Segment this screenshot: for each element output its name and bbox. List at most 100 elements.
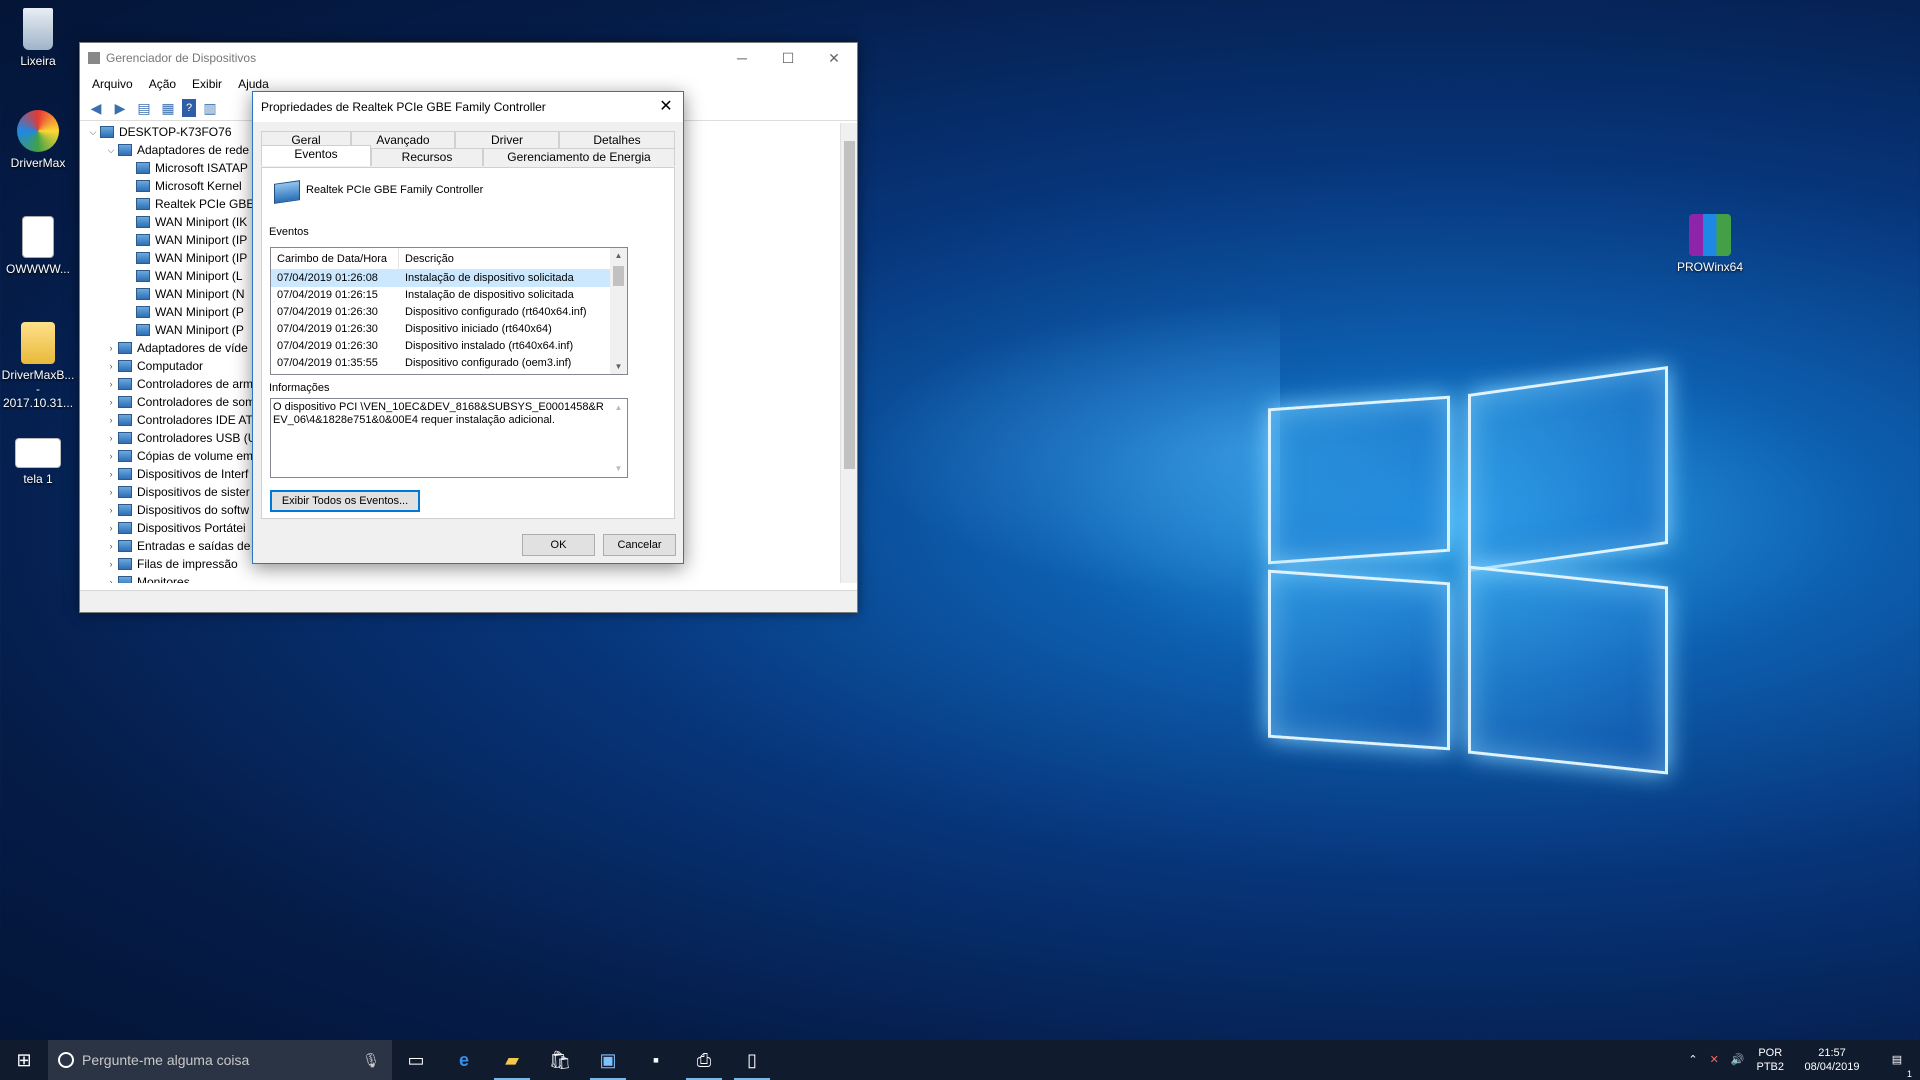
chevron-up-icon[interactable]: ⌃	[1682, 1053, 1703, 1067]
device-category-icon	[118, 342, 132, 354]
wallpaper-light-beam	[860, 300, 1280, 600]
recycle-bin-icon	[23, 8, 53, 50]
language-indicator[interactable]: POR PTB2	[1750, 1046, 1790, 1074]
chevron-right-icon[interactable]: ›	[104, 483, 118, 501]
desktop-icon-tela1[interactable]: tela 1	[0, 438, 76, 486]
chevron-right-icon[interactable]: ›	[104, 573, 118, 583]
system-tray: ⌃ ✕ 🔊 POR PTB2 21:57 08/04/2019 ▤ 1	[1682, 1040, 1920, 1080]
microphone-icon[interactable]: 🎙	[362, 1052, 380, 1069]
device-category-icon	[136, 216, 150, 228]
info-label: Informações	[269, 382, 330, 394]
task-view-icon[interactable]: ▭	[392, 1040, 440, 1080]
chevron-down-icon[interactable]: ⌵	[86, 123, 100, 141]
desktop-icon-drivermax[interactable]: DriverMax	[0, 110, 76, 170]
tab-driver[interactable]: Driver	[455, 131, 559, 149]
tree-node-label: WAN Miniport (N	[155, 287, 245, 301]
menu-exibir[interactable]: Exibir	[184, 77, 230, 91]
event-row[interactable]: 07/04/2019 01:26:30 Dispositivo iniciado …	[271, 321, 627, 338]
properties-icon[interactable]: ▦	[158, 99, 178, 117]
menu-arquivo[interactable]: Arquivo	[84, 77, 141, 91]
device-manager-taskbar-icon[interactable]: ▣	[584, 1040, 632, 1080]
chevron-right-icon[interactable]: ›	[104, 393, 118, 411]
close-icon[interactable]: ✕	[811, 43, 857, 73]
help-icon[interactable]: ?	[182, 98, 196, 117]
column-header-description[interactable]: Descrição	[399, 248, 611, 269]
scrollbar-thumb[interactable]	[613, 266, 624, 286]
chevron-right-icon[interactable]: ›	[104, 537, 118, 555]
scroll-down-icon[interactable]: ▼	[610, 362, 627, 371]
event-row[interactable]: 07/04/2019 01:35:55 Dispositivo configura…	[271, 355, 627, 372]
event-row[interactable]: 07/04/2019 01:26:15 Instalação de disposi…	[271, 287, 627, 304]
scroll-up-icon[interactable]: ▲	[610, 401, 627, 414]
forward-arrow-icon[interactable]: ▶	[110, 99, 130, 117]
minimize-icon[interactable]: ─	[719, 43, 765, 73]
chevron-right-icon[interactable]: ›	[104, 519, 118, 537]
device-category-icon	[118, 522, 132, 534]
tree-view-icon[interactable]: ▤	[134, 99, 154, 117]
chevron-right-icon[interactable]: ›	[104, 447, 118, 465]
tree-scrollbar[interactable]	[840, 123, 857, 583]
window-titlebar[interactable]: Gerenciador de Dispositivos ─ ☐ ✕	[80, 43, 857, 73]
info-scrollbar[interactable]: ▲ ▼	[610, 399, 627, 477]
device-category-icon	[118, 450, 132, 462]
menu-acao[interactable]: Ação	[141, 77, 184, 91]
ok-button[interactable]: OK	[522, 534, 595, 556]
dialog-close-icon[interactable]: ✕	[649, 92, 683, 122]
desktop-icon-recycle-bin[interactable]: Lixeira	[0, 8, 76, 68]
column-header-timestamp[interactable]: Carimbo de Data/Hora	[271, 248, 399, 269]
windows-logo-wallpaper	[1240, 340, 1710, 790]
file-explorer-icon[interactable]: ▰	[488, 1040, 536, 1080]
chevron-right-icon[interactable]: ›	[104, 501, 118, 519]
cortana-search-box[interactable]: Pergunte-me alguma coisa 🎙	[48, 1040, 392, 1080]
event-row[interactable]: 07/04/2019 01:26:30 Dispositivo configura…	[271, 304, 627, 321]
info-textbox[interactable]: O dispositivo PCI \VEN_10EC&DEV_8168&SUB…	[270, 398, 628, 478]
dialog-titlebar[interactable]: Propriedades de Realtek PCIe GBE Family …	[253, 92, 683, 122]
menu-ajuda[interactable]: Ajuda	[230, 77, 277, 91]
action-center-icon[interactable]: ▤ 1	[1874, 1053, 1920, 1079]
properties-taskbar-icon[interactable]: ▯	[728, 1040, 776, 1080]
events-scrollbar[interactable]: ▲ ▼	[610, 248, 627, 374]
tab-gerenciamento-energia[interactable]: Gerenciamento de Energia	[483, 148, 675, 166]
chevron-right-icon[interactable]: ›	[104, 465, 118, 483]
tab-detalhes[interactable]: Detalhes	[559, 131, 675, 149]
event-row[interactable]: 07/04/2019 01:26:30 Dispositivo instalado…	[271, 338, 627, 355]
desktop-icon-drivermax-backup[interactable]: DriverMaxB... - 2017.10.31...	[0, 322, 76, 410]
event-row[interactable]: 07/04/2019 01:26:08 Instalação de disposi…	[271, 270, 627, 287]
tab-recursos[interactable]: Recursos	[371, 148, 483, 166]
scroll-up-icon[interactable]: ▲	[610, 251, 627, 260]
network-error-icon[interactable]: ✕	[1704, 1053, 1725, 1067]
desktop-icon-text-file[interactable]: OWWWW...	[0, 216, 76, 276]
tree-node[interactable]: › Monitores	[80, 573, 842, 583]
events-list[interactable]: Carimbo de Data/Hora Descrição 07/04/201…	[270, 247, 628, 375]
chevron-right-icon[interactable]: ›	[104, 375, 118, 393]
clock-date: 08/04/2019	[1804, 1061, 1860, 1073]
desktop-icon-label: DriverMaxB... - 2017.10.31...	[1, 368, 75, 410]
details-view-icon[interactable]: ▥	[200, 99, 220, 117]
scroll-down-icon[interactable]: ▼	[610, 462, 627, 475]
chevron-right-icon[interactable]: ›	[104, 429, 118, 447]
tree-node-label: Controladores de som	[137, 395, 256, 409]
device-category-icon	[136, 198, 150, 210]
chevron-right-icon[interactable]: ›	[104, 357, 118, 375]
start-windows-icon[interactable]: ⊞	[0, 1040, 48, 1080]
folder-zip-icon	[21, 322, 55, 364]
store-icon[interactable]: 🛍	[536, 1040, 584, 1080]
back-arrow-icon[interactable]: ◀	[86, 99, 106, 117]
scrollbar-thumb[interactable]	[844, 141, 855, 469]
device-category-icon	[118, 558, 132, 570]
tab-eventos[interactable]: Eventos	[261, 145, 371, 166]
chevron-right-icon[interactable]: ›	[104, 339, 118, 357]
view-all-events-button[interactable]: Exibir Todos os Eventos...	[270, 490, 420, 512]
chevron-right-icon[interactable]: ›	[104, 555, 118, 573]
chevron-down-icon[interactable]: ⌵	[104, 141, 118, 159]
event-description: Instalação de dispositivo solicitada	[405, 289, 574, 301]
printer-app-icon[interactable]: ⎙	[680, 1040, 728, 1080]
command-prompt-icon[interactable]: ▪	[632, 1040, 680, 1080]
desktop-icon-prowinx64[interactable]: PROWinx64	[1672, 214, 1748, 274]
edge-browser-icon[interactable]: e	[440, 1040, 488, 1080]
volume-icon[interactable]: 🔊	[1725, 1053, 1751, 1067]
clock[interactable]: 21:57 08/04/2019	[1790, 1046, 1874, 1074]
chevron-right-icon[interactable]: ›	[104, 411, 118, 429]
cancel-button[interactable]: Cancelar	[603, 534, 676, 556]
maximize-icon[interactable]: ☐	[765, 43, 811, 73]
